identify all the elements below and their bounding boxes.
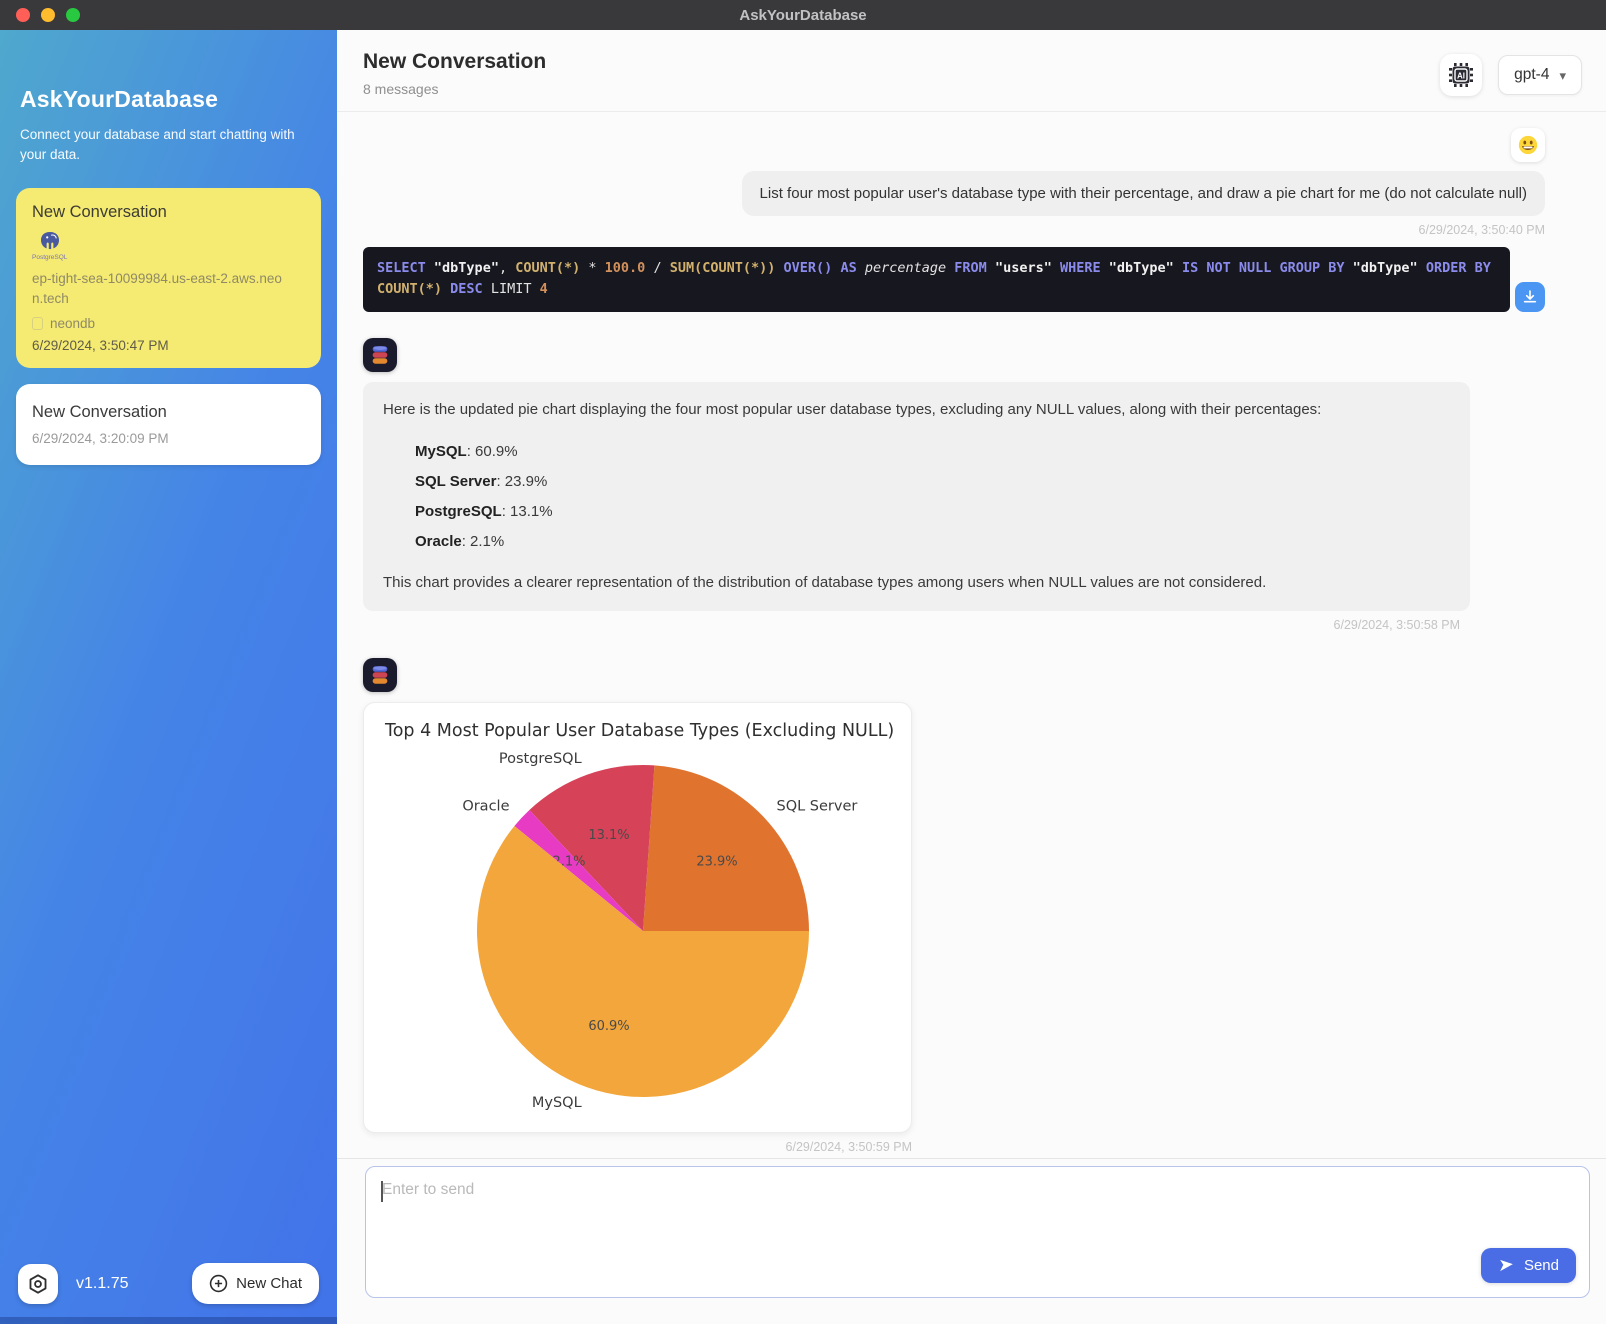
assistant-avatar [363, 658, 397, 692]
conversation-card[interactable]: New Conversation 6/29/2024, 3:20:09 PM [16, 384, 321, 465]
assistant-outro: This chart provides a clearer representa… [383, 572, 1450, 595]
assistant-message-timestamp: 6/29/2024, 3:50:58 PM [363, 618, 1460, 632]
app-window: AskYourDatabase AskYourDatabase Connect … [0, 0, 1606, 1324]
send-plane-icon [1498, 1257, 1515, 1274]
pie-chart: 23.9%SQL Server13.1%PostgreSQL2.1%Oracle… [373, 741, 903, 1121]
send-button[interactable]: Send [1481, 1248, 1576, 1283]
sidebar: AskYourDatabase Connect your database an… [0, 30, 337, 1324]
conversation-title: New Conversation [32, 403, 305, 422]
text-caret [381, 1181, 383, 1202]
assistant-message-row: Here is the updated pie chart displaying… [363, 338, 1545, 632]
settings-button[interactable] [18, 1264, 58, 1304]
minimize-window-button[interactable] [41, 8, 55, 22]
zoom-window-button[interactable] [66, 8, 80, 22]
message-input-box: Send [365, 1166, 1590, 1298]
pie-pct-label: 13.1% [588, 828, 629, 843]
ai-chip-icon: AI [1448, 62, 1474, 88]
send-label: Send [1524, 1257, 1559, 1274]
pie-category-label: Oracle [462, 798, 509, 814]
assistant-list: MySQL: 60.9%SQL Server: 23.9%PostgreSQL:… [415, 437, 1450, 557]
gear-icon [27, 1273, 49, 1295]
conversation-card-selected[interactable]: New Conversation PostgreSQL ep-tight-sea… [16, 188, 321, 369]
postgres-logo-caption: PostgreSQL [32, 254, 67, 261]
pie-pct-label: 60.9% [588, 1019, 629, 1034]
pie-chart-card: Top 4 Most Popular User Database Types (… [363, 702, 912, 1133]
new-chat-button[interactable]: New Chat [192, 1263, 319, 1304]
sql-message-row: SELECT "dbType", COUNT(*) * 100.0 / SUM(… [363, 247, 1545, 312]
traffic-lights [16, 8, 80, 22]
new-chat-label: New Chat [236, 1275, 302, 1292]
db-type-item: MySQL: 60.9% [415, 437, 1450, 467]
chart-title: Top 4 Most Popular User Database Types (… [385, 721, 902, 741]
pie-category-label: SQL Server [777, 798, 858, 814]
user-message-row: List four most popular user's database t… [363, 128, 1545, 237]
db-stack-icon [369, 664, 391, 686]
sql-code: SELECT "dbType", COUNT(*) * 100.0 / SUM(… [363, 247, 1510, 312]
db-type-item: Oracle: 2.1% [415, 527, 1450, 557]
page-title: New Conversation [363, 50, 546, 74]
database-name: neondb [50, 316, 95, 331]
model-selector[interactable]: gpt-4 ▾ [1498, 55, 1582, 95]
message-count: 8 messages [363, 81, 546, 97]
user-message-bubble: List four most popular user's database t… [742, 171, 1545, 216]
window-title: AskYourDatabase [739, 7, 866, 24]
db-type-item: PostgreSQL: 13.1% [415, 497, 1450, 527]
app-name: AskYourDatabase [20, 86, 317, 113]
conversation-title: New Conversation [32, 203, 305, 222]
model-selected-value: gpt-4 [1514, 66, 1549, 84]
download-result-button[interactable] [1515, 282, 1545, 312]
user-message-timestamp: 6/29/2024, 3:50:40 PM [1419, 223, 1545, 237]
conversation-timestamp: 6/29/2024, 3:50:47 PM [32, 338, 305, 353]
db-type-item: SQL Server: 23.9% [415, 467, 1450, 497]
chat-header: New Conversation 8 messages [337, 30, 1606, 112]
app-tagline: Connect your database and start chatting… [20, 125, 305, 166]
ai-model-button[interactable]: AI [1440, 54, 1482, 96]
svg-text:AI: AI [1457, 72, 1465, 81]
assistant-avatar [363, 338, 397, 372]
app-version: v1.1.75 [76, 1275, 128, 1293]
chevron-down-icon: ▾ [1559, 69, 1566, 82]
circle-plus-icon [209, 1274, 228, 1293]
database-row: neondb [32, 316, 305, 331]
pie-category-label: MySQL [532, 1095, 582, 1111]
connection-host: ep-tight-sea-10099984.us-east-2.aws.neon… [32, 269, 282, 311]
titlebar: AskYourDatabase [0, 0, 1606, 30]
smiley-icon [1517, 134, 1539, 156]
assistant-chart-row: Top 4 Most Popular User Database Types (… [363, 658, 1545, 1154]
window-bottom-edge [0, 1317, 337, 1324]
pie-category-label: PostgreSQL [499, 751, 582, 767]
postgres-elephant-icon [38, 231, 62, 253]
message-input[interactable] [366, 1167, 1589, 1297]
user-avatar [1511, 128, 1545, 162]
database-small-icon [32, 317, 43, 330]
main-panel: New Conversation 8 messages [337, 30, 1606, 1324]
composer: Send [337, 1158, 1606, 1324]
postgres-logo-block: PostgreSQL [32, 231, 67, 261]
pie-pct-label: 23.9% [696, 854, 737, 869]
assistant-message-bubble: Here is the updated pie chart displaying… [363, 382, 1470, 611]
download-icon [1522, 289, 1538, 305]
sidebar-footer: v1.1.75 New Chat [18, 1263, 319, 1304]
db-stack-icon [369, 344, 391, 366]
conversation-timestamp: 6/29/2024, 3:20:09 PM [32, 431, 305, 446]
close-window-button[interactable] [16, 8, 30, 22]
chat-scroll-area[interactable]: List four most popular user's database t… [337, 112, 1606, 1154]
assistant-intro: Here is the updated pie chart displaying… [383, 399, 1450, 422]
chart-message-timestamp: 6/29/2024, 3:50:59 PM [363, 1140, 912, 1154]
pie-slice-sql-server [643, 765, 809, 931]
